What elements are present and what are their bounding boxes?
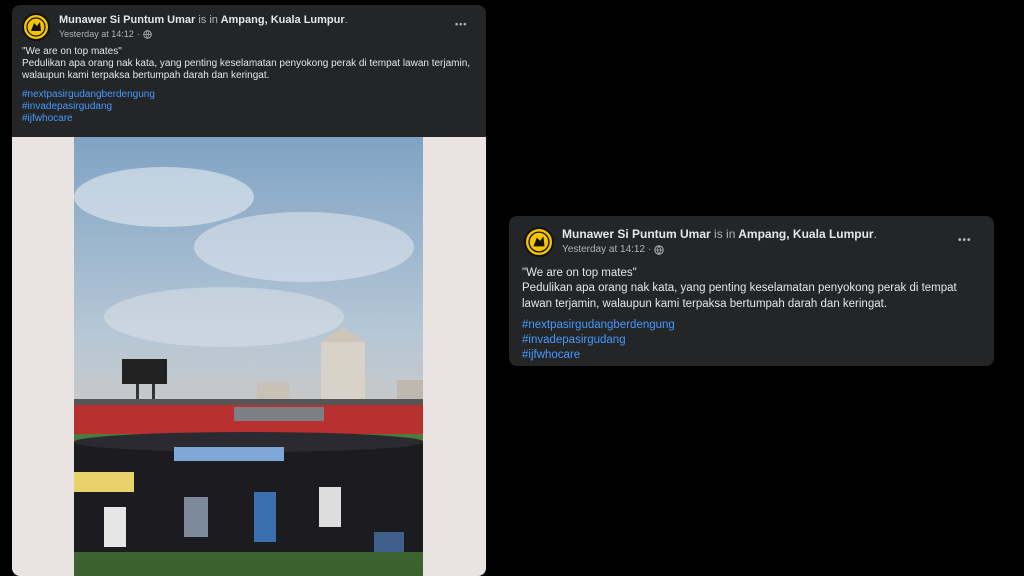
author-name[interactable]: Munawer Si Puntum Umar [562, 227, 711, 241]
post-header: Munawer Si Puntum Umar is in Ampang, Kua… [524, 227, 877, 257]
globe-icon [143, 29, 152, 39]
post-card-full: Munawer Si Puntum Umar is in Ampang, Kua… [12, 5, 486, 576]
photo-container[interactable] [12, 137, 486, 576]
group-photo[interactable] [74, 137, 423, 576]
location-link[interactable]: Ampang, Kuala Lumpur [738, 227, 873, 241]
location-link[interactable]: Ampang, Kuala Lumpur [221, 14, 345, 26]
more-options-button[interactable]: ••• [455, 19, 467, 29]
post-quote: "We are on top mates" [522, 267, 637, 279]
hashtag-link[interactable]: #invadepasirgudang [522, 333, 982, 348]
timestamp[interactable]: Yesterday at 14:12 [59, 28, 134, 40]
post-quote: "We are on top mates" [22, 46, 122, 57]
is-in-text: is in [714, 227, 736, 241]
meta-dot: · [648, 244, 652, 255]
logo-icon [528, 231, 550, 253]
post-message: Pedulikan apa orang nak kata, yang penti… [22, 58, 471, 81]
meta-dot: · [136, 29, 140, 39]
logo-icon [26, 17, 46, 37]
post-header: Munawer Si Puntum Umar is in Ampang, Kua… [22, 13, 348, 41]
period: . [873, 227, 877, 241]
author-line: Munawer Si Puntum Umar is in Ampang, Kua… [562, 227, 877, 242]
hashtag-link[interactable]: #nextpasirgudangberdengung [522, 318, 982, 333]
more-options-button[interactable]: ••• [958, 235, 972, 246]
post-body: "We are on top mates" Pedulikan apa oran… [22, 46, 477, 125]
hashtag-link[interactable]: #invadepasirgudang [22, 101, 477, 113]
hashtag-link[interactable]: #ijfwhocare [22, 113, 477, 125]
hashtag-link[interactable]: #nextpasirgudangberdengung [22, 89, 477, 101]
period: . [344, 14, 348, 26]
post-body: "We are on top mates" Pedulikan apa oran… [522, 266, 982, 364]
is-in-text: is in [198, 14, 218, 26]
post-meta: Yesterday at 14:12 · [562, 243, 877, 256]
timestamp[interactable]: Yesterday at 14:12 [562, 243, 645, 256]
post-message: Pedulikan apa orang nak kata, yang penti… [522, 282, 957, 310]
author-name[interactable]: Munawer Si Puntum Umar [59, 14, 195, 26]
page-avatar[interactable] [524, 227, 554, 257]
hashtag-link[interactable]: #ijfwhocare [522, 348, 982, 363]
author-line: Munawer Si Puntum Umar is in Ampang, Kua… [59, 13, 348, 27]
post-meta: Yesterday at 14:12 · [59, 28, 348, 40]
globe-icon [654, 244, 665, 255]
page-avatar[interactable] [22, 13, 50, 41]
post-card-zoom: Munawer Si Puntum Umar is in Ampang, Kua… [509, 216, 994, 366]
